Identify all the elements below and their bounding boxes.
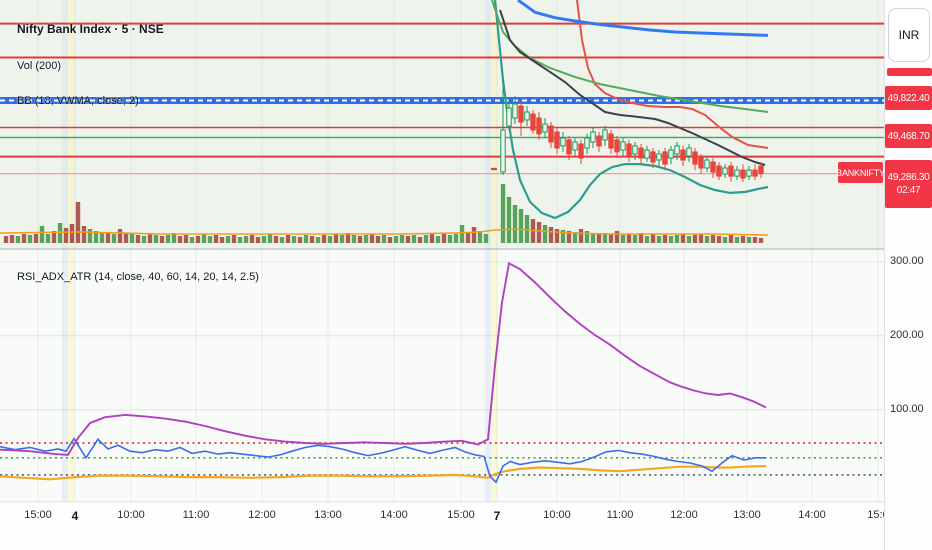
indicator-axis-label-200: 200.00	[890, 329, 924, 341]
time-tick: 11:00	[182, 509, 210, 521]
currency-button[interactable]: INR	[888, 8, 930, 62]
time-tick: 11:00	[606, 509, 634, 521]
time-tick: 13:00	[733, 509, 761, 521]
compressed-price-tag	[887, 68, 932, 76]
symbol-legend[interactable]: Nifty Bank Index · 5 · NSE	[17, 22, 164, 36]
time-tick-day: 7	[493, 509, 501, 523]
time-tick: 13:00	[314, 509, 342, 521]
trading-chart-window: Nifty Bank Index · 5 · NSE Vol (200) BB …	[0, 0, 932, 550]
time-tick: 12:00	[670, 509, 698, 521]
time-tick: 10:00	[543, 509, 571, 521]
upper-level-price-tag: 49,822.40	[885, 86, 932, 110]
indicator-axis-label-100: 100.00	[890, 403, 924, 415]
time-tick-day: 4	[71, 509, 79, 523]
time-tick: 15:00	[24, 509, 52, 521]
bollinger-band-legend[interactable]: BB (18, VWMA, close, 2)	[17, 95, 139, 107]
time-tick: 10:00	[117, 509, 145, 521]
time-tick: 14:00	[380, 509, 408, 521]
time-tick: 14:00	[798, 509, 826, 521]
time-tick: 12:00	[248, 509, 276, 521]
time-tick: 15:00	[447, 509, 475, 521]
rsi-adx-atr-legend[interactable]: RSI_ADX_ATR (14, close, 40, 60, 14, 20, …	[17, 271, 259, 283]
volume-indicator-legend[interactable]: Vol (200)	[17, 60, 61, 72]
bar-countdown: 02:47	[896, 185, 921, 196]
mid-level-price-tag: 49,468.70	[885, 124, 932, 148]
price-axis[interactable]: INR 49,822.40 49,468.70 49,286.30 02:47 …	[884, 0, 932, 550]
last-price-tag: 49,286.30 02:47	[885, 160, 932, 208]
symbol-price-tag: BANKNIFTY	[836, 162, 885, 183]
indicator-axis-label-300: 300.00	[890, 255, 924, 267]
time-axis[interactable]: 15:00 4 10:00 11:00 12:00 13:00 14:00 15:00 7 10:…	[0, 503, 889, 550]
last-price-value: 49,286.30	[887, 172, 930, 183]
pane-backgrounds	[0, 0, 932, 502]
